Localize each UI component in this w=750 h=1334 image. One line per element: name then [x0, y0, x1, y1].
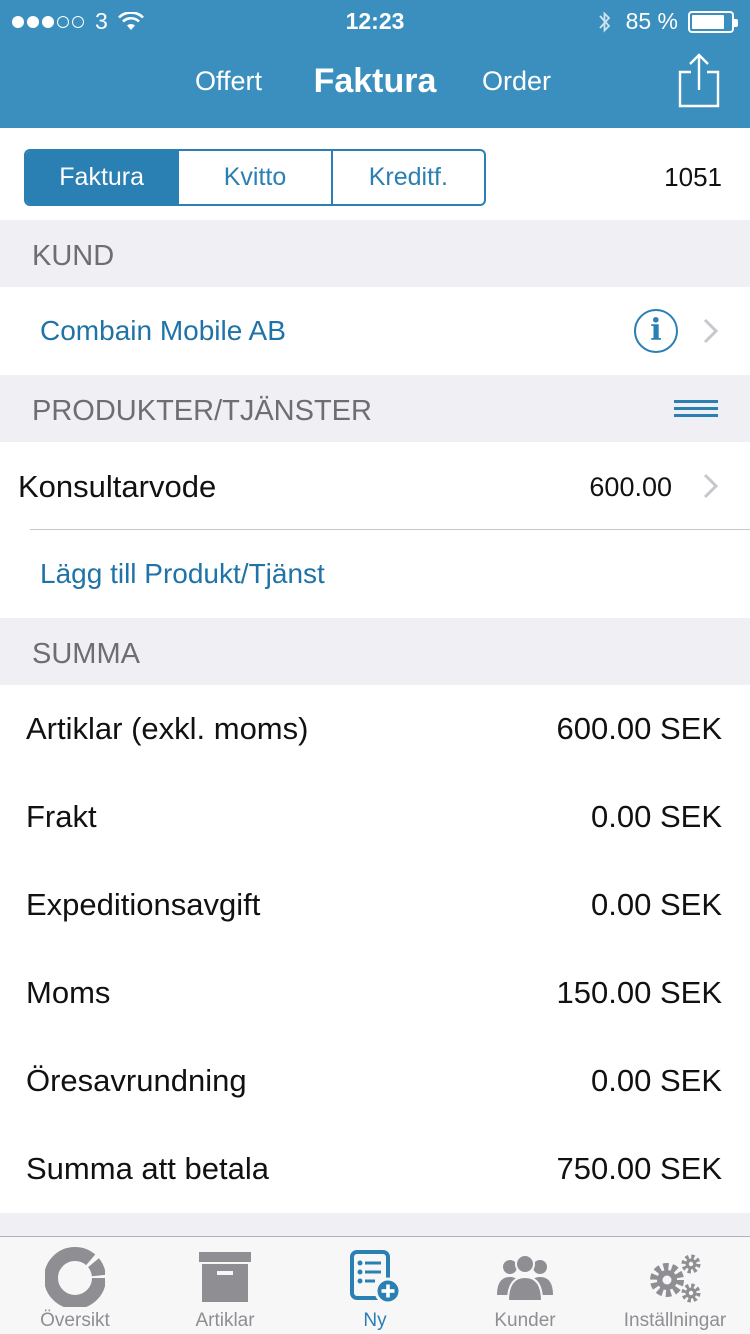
segment-kvitto[interactable]: Kvitto [177, 151, 330, 204]
summary-value: 750.00 SEK [556, 1151, 722, 1186]
summary-row-rounding: Öresavrundning 0.00 SEK [0, 1037, 750, 1125]
pie-chart-icon [45, 1247, 105, 1307]
tab-label: Artiklar [195, 1310, 255, 1331]
summary-value: 600.00 SEK [556, 711, 722, 746]
product-price: 600.00 [589, 472, 672, 502]
tab-oversikt[interactable]: Översikt [0, 1237, 150, 1334]
summary-label: Artiklar (exkl. moms) [26, 711, 309, 746]
summary-value: 0.00 SEK [591, 887, 722, 922]
info-icon[interactable]: i [634, 309, 678, 353]
products-section-title: PRODUKTER/TJÄNSTER [32, 395, 372, 427]
summary-row-handling-fee[interactable]: Expeditionsavgift 0.00 SEK [0, 861, 750, 949]
tab-label: Ny [363, 1310, 387, 1331]
navigation-header: 3 12:23 85 % Offert Faktura Order [0, 0, 750, 128]
customer-row[interactable]: Combain Mobile AB i [0, 287, 750, 375]
battery-icon [688, 10, 738, 33]
document-type-row: Faktura Kvitto Kreditf. 1051 [0, 128, 750, 220]
tab-label: Inställningar [623, 1310, 727, 1331]
summary-label: Frakt [26, 799, 97, 834]
segment-kreditf[interactable]: Kreditf. [330, 151, 484, 204]
battery-level [692, 14, 724, 29]
new-document-icon [350, 1250, 402, 1305]
chevron-right-icon [703, 473, 719, 499]
products-list: Konsultarvode 600.00 Lägg till Produkt/T… [0, 442, 750, 618]
summary-value: 0.00 SEK [591, 799, 722, 834]
nav-title: Faktura [313, 62, 437, 100]
segment-faktura[interactable]: Faktura [26, 151, 178, 204]
summary-section-title: SUMMA [32, 638, 140, 670]
summary-value: 0.00 SEK [591, 1063, 722, 1098]
summary-row-total: Summa att betala 750.00 SEK [0, 1125, 750, 1213]
customer-section-title: KUND [32, 240, 115, 272]
invoice-screen: 3 12:23 85 % Offert Faktura Order Faktur… [0, 0, 750, 1334]
tab-kunder[interactable]: Kunder [450, 1237, 600, 1334]
customer-name: Combain Mobile AB [40, 315, 286, 346]
invoice-number[interactable]: 1051 [664, 162, 722, 193]
gear-icon [650, 1254, 701, 1303]
tab-bar: Översikt Artiklar Ny Kunder Inställninga… [0, 1236, 750, 1334]
reorder-icon[interactable] [674, 400, 718, 421]
summary-row-articles: Artiklar (exkl. moms) 600.00 SEK [0, 685, 750, 773]
add-product-link[interactable]: Lägg till Produkt/Tjänst [40, 558, 325, 590]
status-bar: 3 12:23 85 % [0, 0, 750, 40]
bluetooth-icon [598, 10, 610, 33]
summary-label: Expeditionsavgift [26, 887, 261, 922]
tab-ny[interactable]: Ny [300, 1237, 450, 1334]
share-icon[interactable] [676, 52, 722, 110]
chevron-right-icon [703, 318, 719, 344]
summary-label: Öresavrundning [26, 1063, 247, 1098]
summary-row-shipping[interactable]: Frakt 0.00 SEK [0, 773, 750, 861]
summary-section-header: SUMMA [0, 618, 750, 685]
summary-label: Summa att betala [26, 1151, 269, 1186]
archive-box-icon [199, 1252, 251, 1302]
tab-installningar[interactable]: Inställningar [600, 1237, 750, 1334]
summary-row-vat: Moms 150.00 SEK [0, 949, 750, 1037]
status-right: 85 % [598, 8, 738, 35]
summary-label: Moms [26, 975, 111, 1010]
summary-value: 150.00 SEK [556, 975, 722, 1010]
row-divider [30, 529, 750, 530]
customer-section-header: KUND [0, 220, 750, 287]
tab-order[interactable]: Order [482, 66, 551, 97]
tab-artiklar[interactable]: Artiklar [150, 1237, 300, 1334]
tab-label: Översikt [40, 1310, 110, 1331]
product-row[interactable]: Konsultarvode 600.00 [0, 442, 750, 530]
document-type-segmented-control: Faktura Kvitto Kreditf. [24, 149, 486, 206]
product-name: Konsultarvode [18, 469, 217, 504]
tab-label: Kunder [494, 1310, 556, 1331]
battery-percent: 85 % [625, 8, 678, 34]
products-section-header: PRODUKTER/TJÄNSTER [0, 375, 750, 442]
users-icon [497, 1254, 553, 1302]
